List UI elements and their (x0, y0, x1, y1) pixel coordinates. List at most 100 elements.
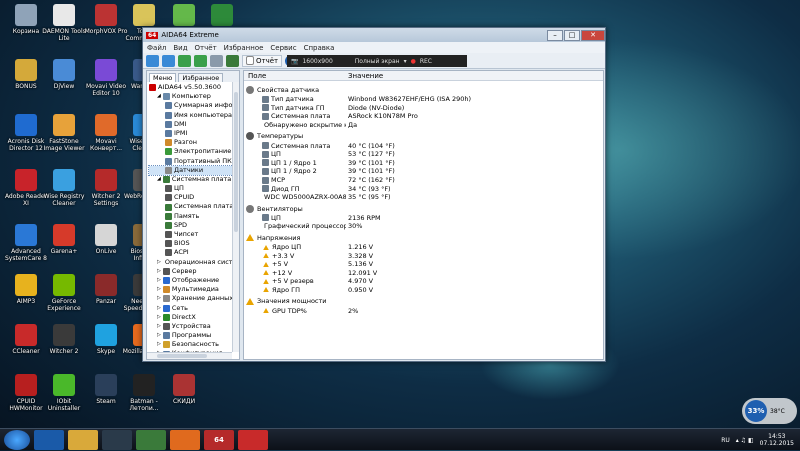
sensor-row[interactable]: ЦП 1 / Ядро 1 39 °C (101 °F) (246, 159, 601, 168)
sensor-row[interactable]: Тип датчика ГП Diode (NV-Diode) (246, 104, 601, 113)
menu-item[interactable]: Отчёт (195, 44, 217, 52)
column-field[interactable]: Поле (244, 72, 344, 80)
language-indicator[interactable]: RU (721, 437, 730, 444)
tree-item[interactable]: ACPI (149, 248, 237, 257)
menu-item[interactable]: Вид (173, 44, 187, 52)
tree-item[interactable]: BIOS (149, 239, 237, 248)
column-value[interactable]: Значение (344, 72, 383, 80)
tree-item[interactable]: Системная плата (149, 202, 237, 211)
refresh-icon[interactable] (194, 54, 207, 67)
maximize-button[interactable]: □ (564, 29, 580, 41)
tree-item[interactable]: ◢ Системная плата (149, 175, 237, 184)
desktop-icon[interactable]: GeForce Experience (42, 274, 86, 312)
start-button[interactable] (4, 429, 30, 450)
media-player-icon[interactable] (102, 429, 132, 450)
tree-item[interactable]: Память (149, 212, 237, 221)
tree-item[interactable]: ▷ Хранение данных (149, 294, 237, 303)
tree-item[interactable]: IPMI (149, 129, 237, 138)
tray-icons[interactable]: ▴ ♫ ◧ (736, 437, 754, 444)
desktop-icon[interactable]: СКИДИ (162, 374, 206, 405)
desktop-icon[interactable]: Wise Registry Cleaner (42, 169, 86, 207)
recorder-taskbar-icon[interactable] (238, 429, 268, 450)
recorder-mode[interactable]: Полный экран (355, 58, 400, 65)
sensor-row[interactable]: Графический процессор 30% (246, 222, 601, 231)
tree-item[interactable]: DMI (149, 120, 237, 129)
sensor-row[interactable]: ЦП 2136 RPM (246, 214, 601, 223)
tree-item[interactable]: ▷ Отображение (149, 276, 237, 285)
desktop-icon[interactable]: IObit Uninstaller (42, 374, 86, 412)
sensor-row[interactable]: ЦП 1 / Ядро 2 39 °C (101 °F) (246, 167, 601, 176)
expand-icon[interactable]: ▷ (157, 322, 161, 331)
tab-menu[interactable]: Меню (149, 73, 177, 82)
tree-item[interactable]: Разгон (149, 138, 237, 147)
tree-item[interactable]: Датчики (148, 164, 238, 176)
firefox-icon[interactable] (170, 429, 200, 450)
explorer-icon[interactable] (68, 429, 98, 450)
aida64-taskbar-icon[interactable]: 64 (204, 429, 234, 450)
menu-item[interactable]: Избранное (224, 44, 264, 52)
sensor-row[interactable]: Ядро ГП 0.950 V (246, 286, 601, 295)
tree-vertical-scrollbar[interactable] (232, 82, 239, 352)
sensor-row[interactable]: MCP 72 °C (162 °F) (246, 176, 601, 185)
tree-item[interactable]: SPD (149, 221, 237, 230)
menu-item[interactable]: Справка (304, 44, 335, 52)
sensor-row[interactable]: +5 V резерв 4.970 V (246, 277, 601, 286)
menu-item[interactable]: Сервис (270, 44, 296, 52)
tree-item[interactable]: ◢ Компьютер (149, 92, 237, 101)
desktop-icon[interactable]: DAEMON Tools Lite (42, 4, 86, 42)
expand-icon[interactable]: ▷ (157, 294, 161, 303)
sensor-row[interactable]: +12 V 12.091 V (246, 269, 601, 278)
tab-favorites[interactable]: Избранное (178, 73, 224, 82)
sensor-row[interactable]: GPU TDP% 2% (246, 306, 601, 315)
sensor-row[interactable]: +3.3 V 3.328 V (246, 251, 601, 260)
chart-icon[interactable] (226, 54, 239, 67)
expand-icon[interactable]: ▷ (157, 267, 161, 276)
sensor-row[interactable]: Обнаружено вскрытие ко...Да (246, 121, 601, 130)
sensor-row[interactable]: Диод ГП 34 °C (93 °F) (246, 184, 601, 193)
recorder-rec-label[interactable]: REC (420, 58, 432, 65)
tree-item[interactable]: AIDA64 v5.50.3600 (149, 83, 237, 92)
desktop-icon[interactable]: Batman - Летопи... (122, 374, 166, 412)
user-icon[interactable] (210, 54, 223, 67)
report-button[interactable]: Отчёт (242, 54, 283, 67)
desktop-icon[interactable]: Witcher 2 (42, 324, 86, 355)
tree-item[interactable]: ▷ DirectX (149, 313, 237, 322)
expand-icon[interactable]: ▷ (157, 313, 161, 322)
desktop-icon[interactable]: Garena+ (42, 224, 86, 255)
sensor-row[interactable]: WDC WD5000AZRX-00A8LB035 °C (95 °F) (246, 193, 601, 202)
tree-item[interactable]: Чипсет (149, 230, 237, 239)
weather-widget[interactable]: 33% 38°C (742, 398, 797, 424)
tree-item[interactable]: Электропитание (149, 147, 237, 156)
recorder-dropdown-icon[interactable]: ▾ (404, 58, 407, 65)
expand-icon[interactable]: ▷ (157, 276, 161, 285)
sensor-row[interactable]: Ядро ЦП 1.216 V (246, 243, 601, 252)
tree-item[interactable]: Имя компьютера (149, 111, 237, 120)
desktop-icon[interactable] (200, 4, 244, 28)
desktop-icon[interactable]: FastStone Image Viewer (42, 114, 86, 152)
tree-item[interactable]: ▷ Безопасность (149, 340, 237, 349)
tree-item[interactable]: ▷ Сеть (149, 304, 237, 313)
tree-item[interactable]: ЦП (149, 184, 237, 193)
expand-icon[interactable]: ▷ (157, 285, 161, 294)
tree-item[interactable]: CPUID (149, 193, 237, 202)
chrome-icon[interactable] (136, 429, 166, 450)
tree-horizontal-scrollbar[interactable] (147, 352, 232, 359)
sensor-row[interactable]: +5 V 5.136 V (246, 260, 601, 269)
minimize-button[interactable]: – (547, 29, 563, 41)
sensor-row[interactable]: ЦП 53 °C (127 °F) (246, 150, 601, 159)
expand-icon[interactable]: ◢ (157, 175, 161, 184)
forward-icon[interactable] (162, 54, 175, 67)
expand-icon[interactable]: ▷ (157, 331, 161, 340)
sensor-row[interactable]: Системная плата ASRock K10N78M Pro (246, 112, 601, 121)
sensor-row[interactable]: Системная плата 40 °C (104 °F) (246, 141, 601, 150)
expand-icon[interactable]: ▷ (157, 340, 161, 349)
tree-item[interactable]: ▷ Программы (149, 331, 237, 340)
sensor-row[interactable]: Тип датчика Winbond W83627EHF/EHG (ISA 29… (246, 95, 601, 104)
back-icon[interactable] (146, 54, 159, 67)
tree-item[interactable]: ▷ Мультимедиа (149, 285, 237, 294)
title-bar[interactable]: 64 AIDA64 Extreme – □ ✕ (143, 28, 605, 42)
tree-item[interactable]: ▷ Операционная систем (149, 258, 239, 267)
expand-icon[interactable]: ◢ (157, 92, 161, 101)
ie-icon[interactable] (34, 429, 64, 450)
clock[interactable]: 14:53 07.12.2015 (760, 433, 794, 447)
